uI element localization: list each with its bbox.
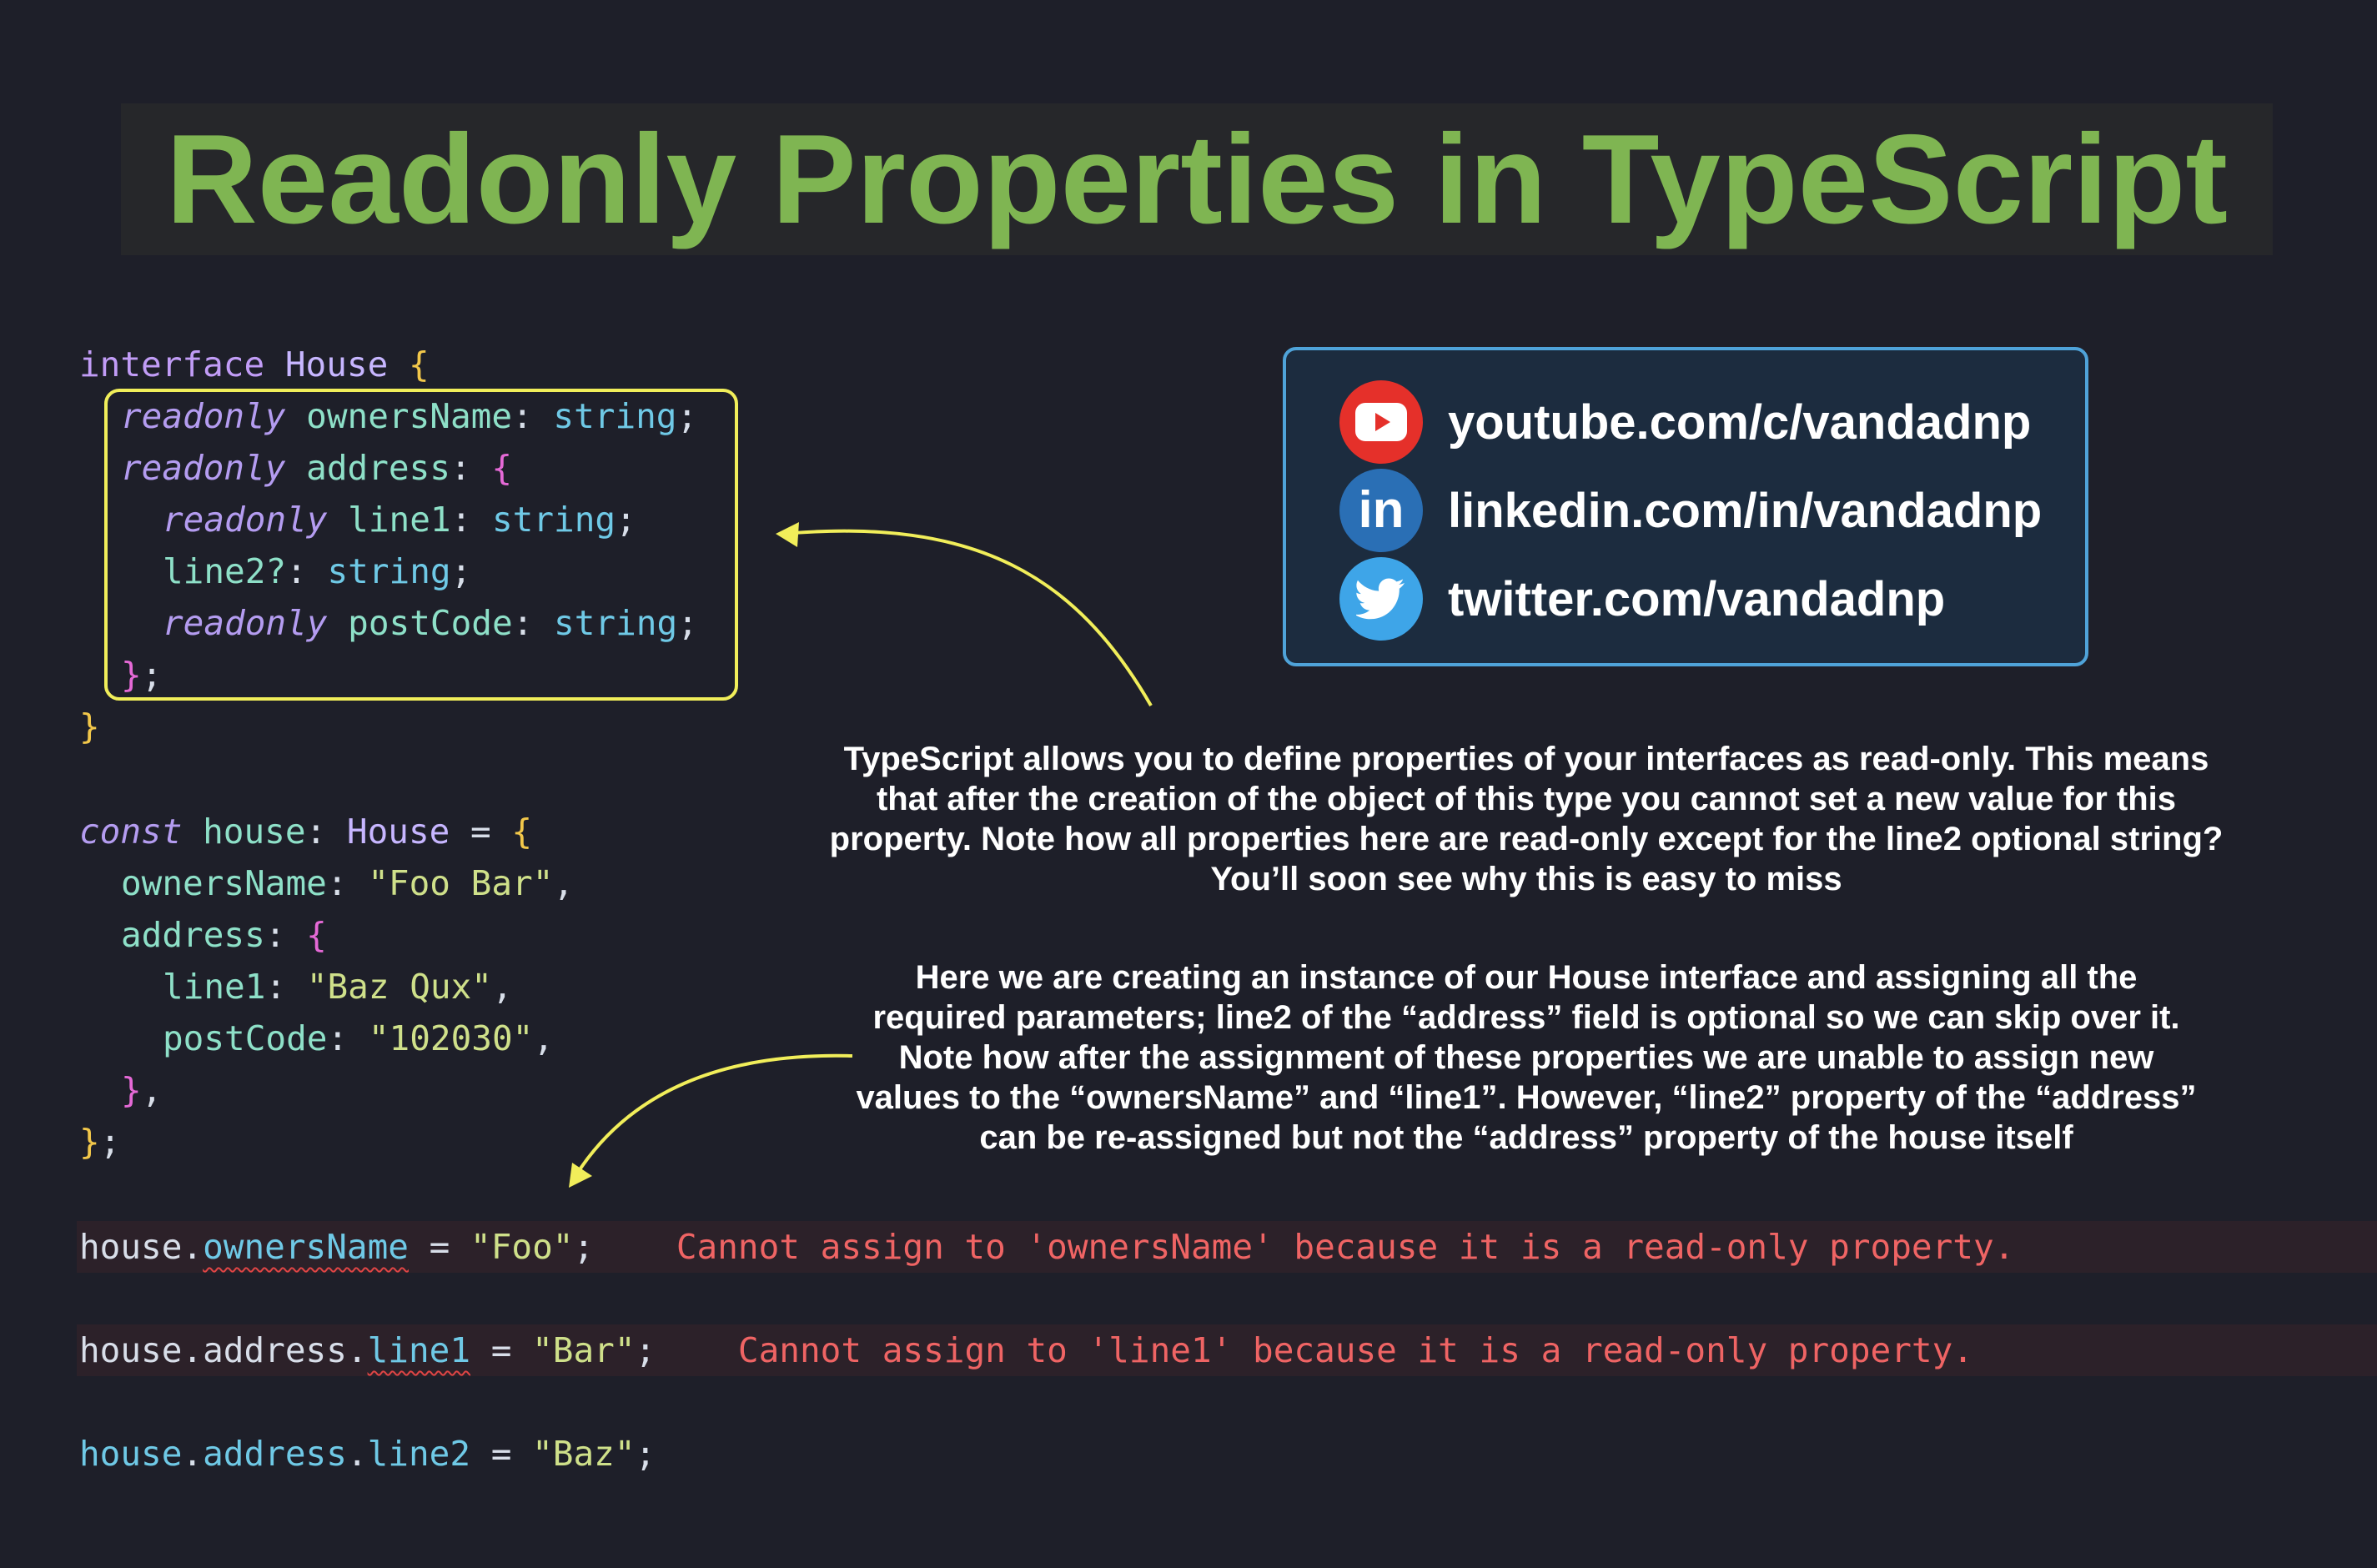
social-youtube[interactable]: youtube.com/c/vandadnp [1339,380,2031,464]
social-linkedin[interactable]: in linkedin.com/in/vandadnp [1339,469,2042,552]
error-message-owners-name: Cannot assign to 'ownersName' because it… [676,1227,2015,1267]
linkedin-link[interactable]: linkedin.com/in/vandadnp [1448,483,2042,539]
arrow-to-interface [783,529,1153,707]
social-twitter[interactable]: twitter.com/vandadnp [1339,557,1945,641]
paragraph-1-line: that after the creation of the object of… [876,781,2176,817]
error-message-line1: Cannot assign to 'line1' because it is a… [737,1330,1973,1370]
code-line-post-code: readonly postCode: string; [163,603,698,643]
social-links-box: youtube.com/c/vandadnp in linkedin.com/i… [1283,347,2088,666]
code-line-assign-line2: house.address.line2 = "Baz"; [79,1434,656,1474]
code-line-line2: line2?: string; [163,551,472,591]
code-line-address-value-close: }, [121,1070,163,1110]
code-line-line1-value: line1: "Baz Qux", [163,967,513,1007]
code-line-interface: interface House { [79,344,430,384]
explanation-paragraph-1: TypeScript allows you to define properti… [792,739,2260,899]
page-title: Readonly Properties in TypeScript [165,108,2228,250]
paragraph-1-line: You’ll soon see why this is easy to miss [1210,861,1842,897]
code-line-assign-line1: house.address.line1 = "Bar"; Cannot assi… [79,1330,1973,1370]
arrow-head-interface [776,522,799,547]
paragraph-2-line: Here we are creating an instance of our … [915,959,2138,996]
code-line-post-code-value: postCode: "102030", [163,1018,555,1058]
paragraph-2-line: Note how after the assignment of these p… [898,1039,2154,1076]
code-line-const-close: }; [79,1122,121,1162]
code-line-line1: readonly line1: string; [163,500,636,540]
paragraph-2-line: required parameters; line2 of the “addre… [872,999,2180,1036]
paragraph-1-line: property. Note how all properties here a… [829,821,2224,857]
code-line-assign-owners-name: house.ownersName = "Foo"; Cannot assign … [79,1227,2015,1267]
code-line-owners-name: readonly ownersName: string; [121,396,698,436]
code-line-const: const house: House = { [79,812,533,852]
paragraph-2-line: values to the “ownersName” and “line1”. … [856,1079,2197,1116]
code-line-address-close: }; [121,655,163,695]
code-line-interface-close: } [79,706,100,746]
paragraph-1-line: TypeScript allows you to define properti… [843,741,2209,777]
twitter-icon [1339,557,1423,641]
twitter-link[interactable]: twitter.com/vandadnp [1448,571,1945,627]
arrow-head-errors [569,1163,592,1188]
code-line-address: readonly address: { [121,448,513,488]
code-line-owners-name-value: ownersName: "Foo Bar", [121,863,575,903]
explanation-paragraph-2: Here we are creating an instance of our … [792,957,2260,1158]
paragraph-2-line: can be re-assigned but not the “address”… [979,1119,2073,1156]
youtube-icon [1339,380,1423,464]
youtube-link[interactable]: youtube.com/c/vandadnp [1448,395,2031,450]
linkedin-icon: in [1339,469,1423,552]
code-line-address-value: address: { [121,915,327,955]
